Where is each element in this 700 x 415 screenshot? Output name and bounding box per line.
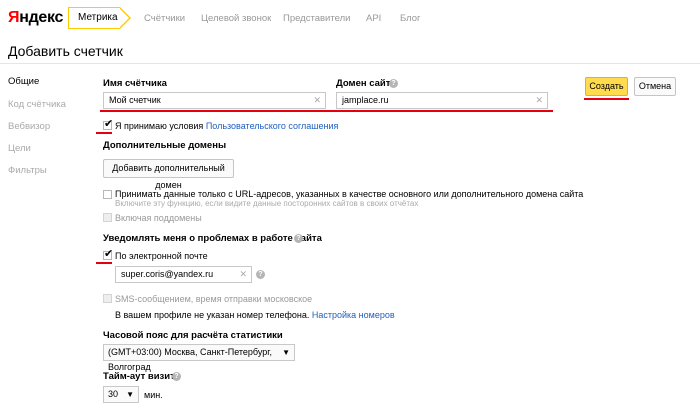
tab-metrika[interactable]: Метрика [68,7,131,29]
nav-counters[interactable]: Счётчики [144,13,185,24]
timeout-label: Тайм-аут визита [103,371,181,382]
nav-blog[interactable]: Блог [400,13,421,24]
email-option-label: По электронной почте [115,251,208,261]
domain-input[interactable]: jamplace.ru ✕ [336,92,548,109]
clear-icon[interactable]: ✕ [535,93,543,108]
accept-terms-label: Я принимаю условия Пользовательского сог… [115,121,338,131]
counter-name-input[interactable]: Мой счетчик ✕ [103,92,326,109]
timeout-select[interactable]: 30 ▼ [103,386,139,403]
domain-label: Домен сайта [336,78,396,89]
subdomains-checkbox [103,213,112,222]
annotation-underline [96,262,112,264]
phone-settings-link[interactable]: Настройка номеров [312,310,395,320]
timezone-value: (GMT+03:00) Москва, Санкт-Петербург, Вол… [108,347,272,372]
notify-label: Уведомлять меня о проблемах в работе сай… [103,233,322,244]
annotation-underline [96,132,112,134]
sidebar-item-filters[interactable]: Фильтры [8,165,47,176]
subdomains-label: Включая поддомены [115,213,202,223]
clear-icon[interactable]: ✕ [313,93,321,108]
chevron-down-icon: ▼ [126,390,134,399]
email-checkbox[interactable] [103,247,113,260]
domain-value: jamplace.ru [342,95,389,105]
add-domain-button[interactable]: Добавить дополнительный домен [103,159,234,190]
sidebar-item-counter-code[interactable]: Код счётчика [8,99,66,110]
sidebar-item-webvisor[interactable]: Вебвизор [8,121,50,132]
sms-checkbox [103,294,112,303]
create-button[interactable]: Создать [585,77,628,96]
annotation-underline [100,110,553,112]
help-icon[interactable]: ? [294,234,303,243]
only-urls-label: Принимать данные только с URL-адресов, у… [115,189,584,199]
phone-missing-note: В вашем профиле не указан номер телефона… [115,310,395,320]
only-urls-checkbox[interactable] [103,190,112,199]
clear-icon[interactable]: ✕ [239,267,247,282]
timezone-select[interactable]: (GMT+03:00) Москва, Санкт-Петербург, Вол… [103,344,295,372]
top-bar: Яндекс Метрика Счётчики Целевой звонок П… [0,0,700,36]
nav-representatives[interactable]: Представители [283,13,350,24]
email-input[interactable]: super.coris@yandex.ru ✕ [115,266,252,283]
accept-terms-text: Я принимаю условия [115,121,204,131]
logo-rest: ндекс [19,9,64,26]
sms-label: SMS-сообщением, время отправки московско… [115,294,313,304]
timeout-unit: мин. [144,390,163,400]
email-value: super.coris@yandex.ru [121,269,214,279]
help-icon[interactable]: ? [172,372,181,381]
header-divider [0,63,700,64]
user-agreement-link[interactable]: Пользовательского соглашения [206,121,339,131]
timezone-label: Часовой пояс для расчёта статистики [103,330,283,341]
help-icon[interactable]: ? [389,79,398,88]
only-urls-hint: Включите эту функцию, если видите данные… [115,199,419,208]
timeout-value: 30 [108,389,119,399]
annotation-underline [584,98,629,100]
nav-target-call[interactable]: Целевой звонок [201,13,271,24]
extra-domains-label: Дополнительные домены [103,140,227,151]
phone-missing-text: В вашем профиле не указан номер телефона… [115,310,310,320]
accept-terms-checkbox[interactable] [103,117,113,130]
yandex-logo[interactable]: Яндекс [8,9,63,27]
help-icon[interactable]: ? [256,270,265,279]
nav-api[interactable]: API [366,13,381,24]
sidebar-item-general[interactable]: Общие [8,76,39,87]
counter-name-label: Имя счётчика [103,78,167,89]
cancel-button[interactable]: Отмена [634,77,676,96]
chevron-down-icon: ▼ [282,348,290,357]
sidebar-item-goals[interactable]: Цели [8,143,31,154]
page-title: Добавить счетчик [8,43,123,59]
counter-name-value: Мой счетчик [109,95,161,105]
